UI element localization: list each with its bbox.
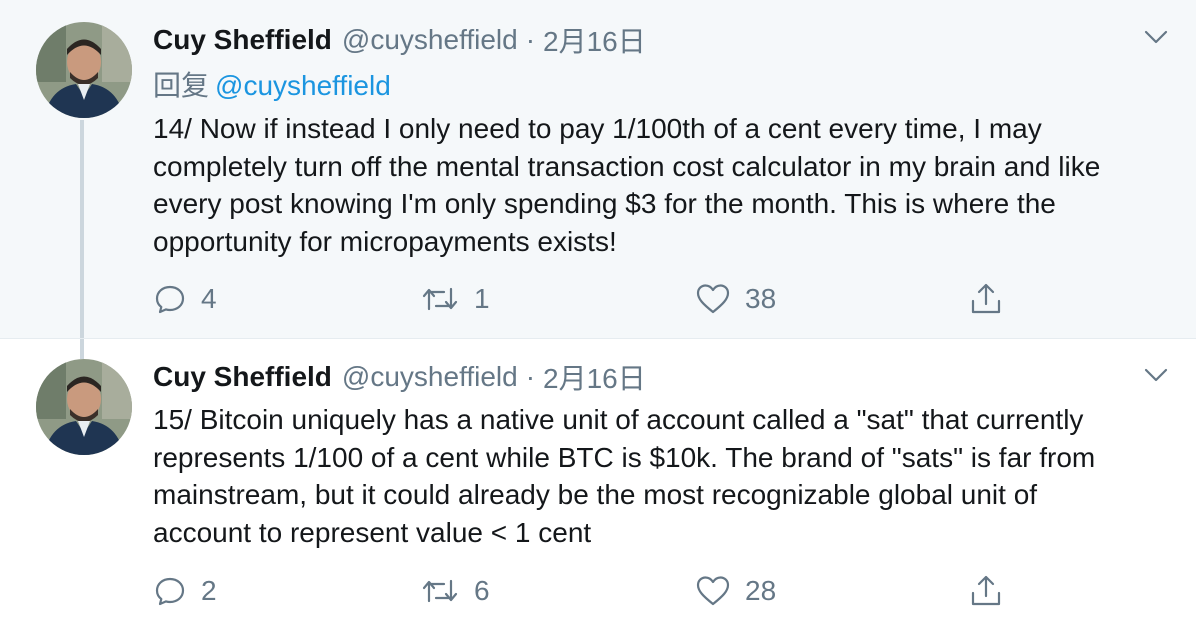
tweet-actions: 2 6 28 (153, 571, 1033, 611)
like-count: 28 (745, 575, 777, 606)
chevron-down-icon[interactable] (1142, 360, 1170, 388)
reply-count: 2 (201, 575, 217, 606)
like-count: 38 (745, 283, 777, 314)
author-name[interactable]: Cuy Sheffield (153, 361, 332, 393)
tweet-text: 15/ Bitcoin uniquely has a native unit o… (153, 401, 1153, 551)
tweet-text-line: mainstream, but it could already be the … (153, 479, 1038, 510)
tweet-divider (0, 338, 1196, 339)
retweet-icon (420, 282, 460, 316)
tweet-date[interactable]: 2月16日 (543, 357, 646, 397)
tweet-text-line: represents 1/100 of a cent while BTC is … (153, 441, 1096, 473)
reply-button[interactable]: 2 (153, 571, 217, 611)
tweet-text: 14/ Now if instead I only need to pay 1/… (153, 110, 1153, 260)
separator: · (525, 361, 536, 392)
avatar[interactable] (36, 22, 132, 118)
tweet-text-line: every post knowing I'm only spending $3 … (153, 188, 1056, 219)
tweet-text-line: completely turn off the mental transacti… (153, 150, 1101, 182)
reply-count: 4 (201, 283, 217, 314)
tweet-actions: 4 1 38 (153, 279, 1033, 319)
like-icon (695, 574, 731, 608)
retweet-icon (420, 574, 460, 608)
share-icon (969, 281, 1003, 317)
like-button[interactable]: 28 (695, 571, 776, 611)
tweet-text-line: 15/ Bitcoin uniquely has a native unit o… (153, 404, 1084, 435)
reply-icon (153, 574, 187, 608)
thread-connector-line (80, 339, 84, 359)
reply-button[interactable]: 4 (153, 279, 217, 319)
reply-icon (153, 282, 187, 316)
like-icon (695, 282, 731, 316)
separator: · (525, 24, 536, 55)
retweet-count: 6 (474, 575, 490, 606)
tweet-date[interactable]: 2月16日 (543, 20, 646, 60)
author-handle[interactable]: @cuysheffield (342, 24, 518, 56)
share-button[interactable] (969, 279, 1003, 319)
share-button[interactable] (969, 571, 1003, 611)
author-name[interactable]: Cuy Sheffield (153, 24, 332, 56)
share-icon (969, 573, 1003, 609)
like-button[interactable]: 38 (695, 279, 776, 319)
retweet-count: 1 (474, 283, 490, 314)
retweet-button[interactable]: 6 (420, 571, 490, 611)
thread-connector-line (80, 120, 84, 338)
author-handle[interactable]: @cuysheffield (342, 361, 518, 393)
avatar[interactable] (36, 359, 132, 455)
retweet-button[interactable]: 1 (420, 279, 490, 319)
replying-to-label: 回复 (153, 70, 210, 101)
tweet-header: Cuy Sheffield @cuysheffield · 2月16日 (153, 357, 646, 397)
tweet-text-line: 14/ Now if instead I only need to pay 1/… (153, 113, 1042, 144)
chevron-down-icon[interactable] (1142, 22, 1170, 50)
tweet-header: Cuy Sheffield @cuysheffield · 2月16日 (153, 20, 646, 60)
tweet-text-line: account to represent value < 1 cent (153, 516, 592, 548)
reply-mention-link[interactable]: @cuysheffield (215, 70, 391, 101)
replying-to: 回复 @cuysheffield (153, 64, 391, 104)
tweet-text-line: opportunity for micropayments exists! (153, 225, 617, 257)
